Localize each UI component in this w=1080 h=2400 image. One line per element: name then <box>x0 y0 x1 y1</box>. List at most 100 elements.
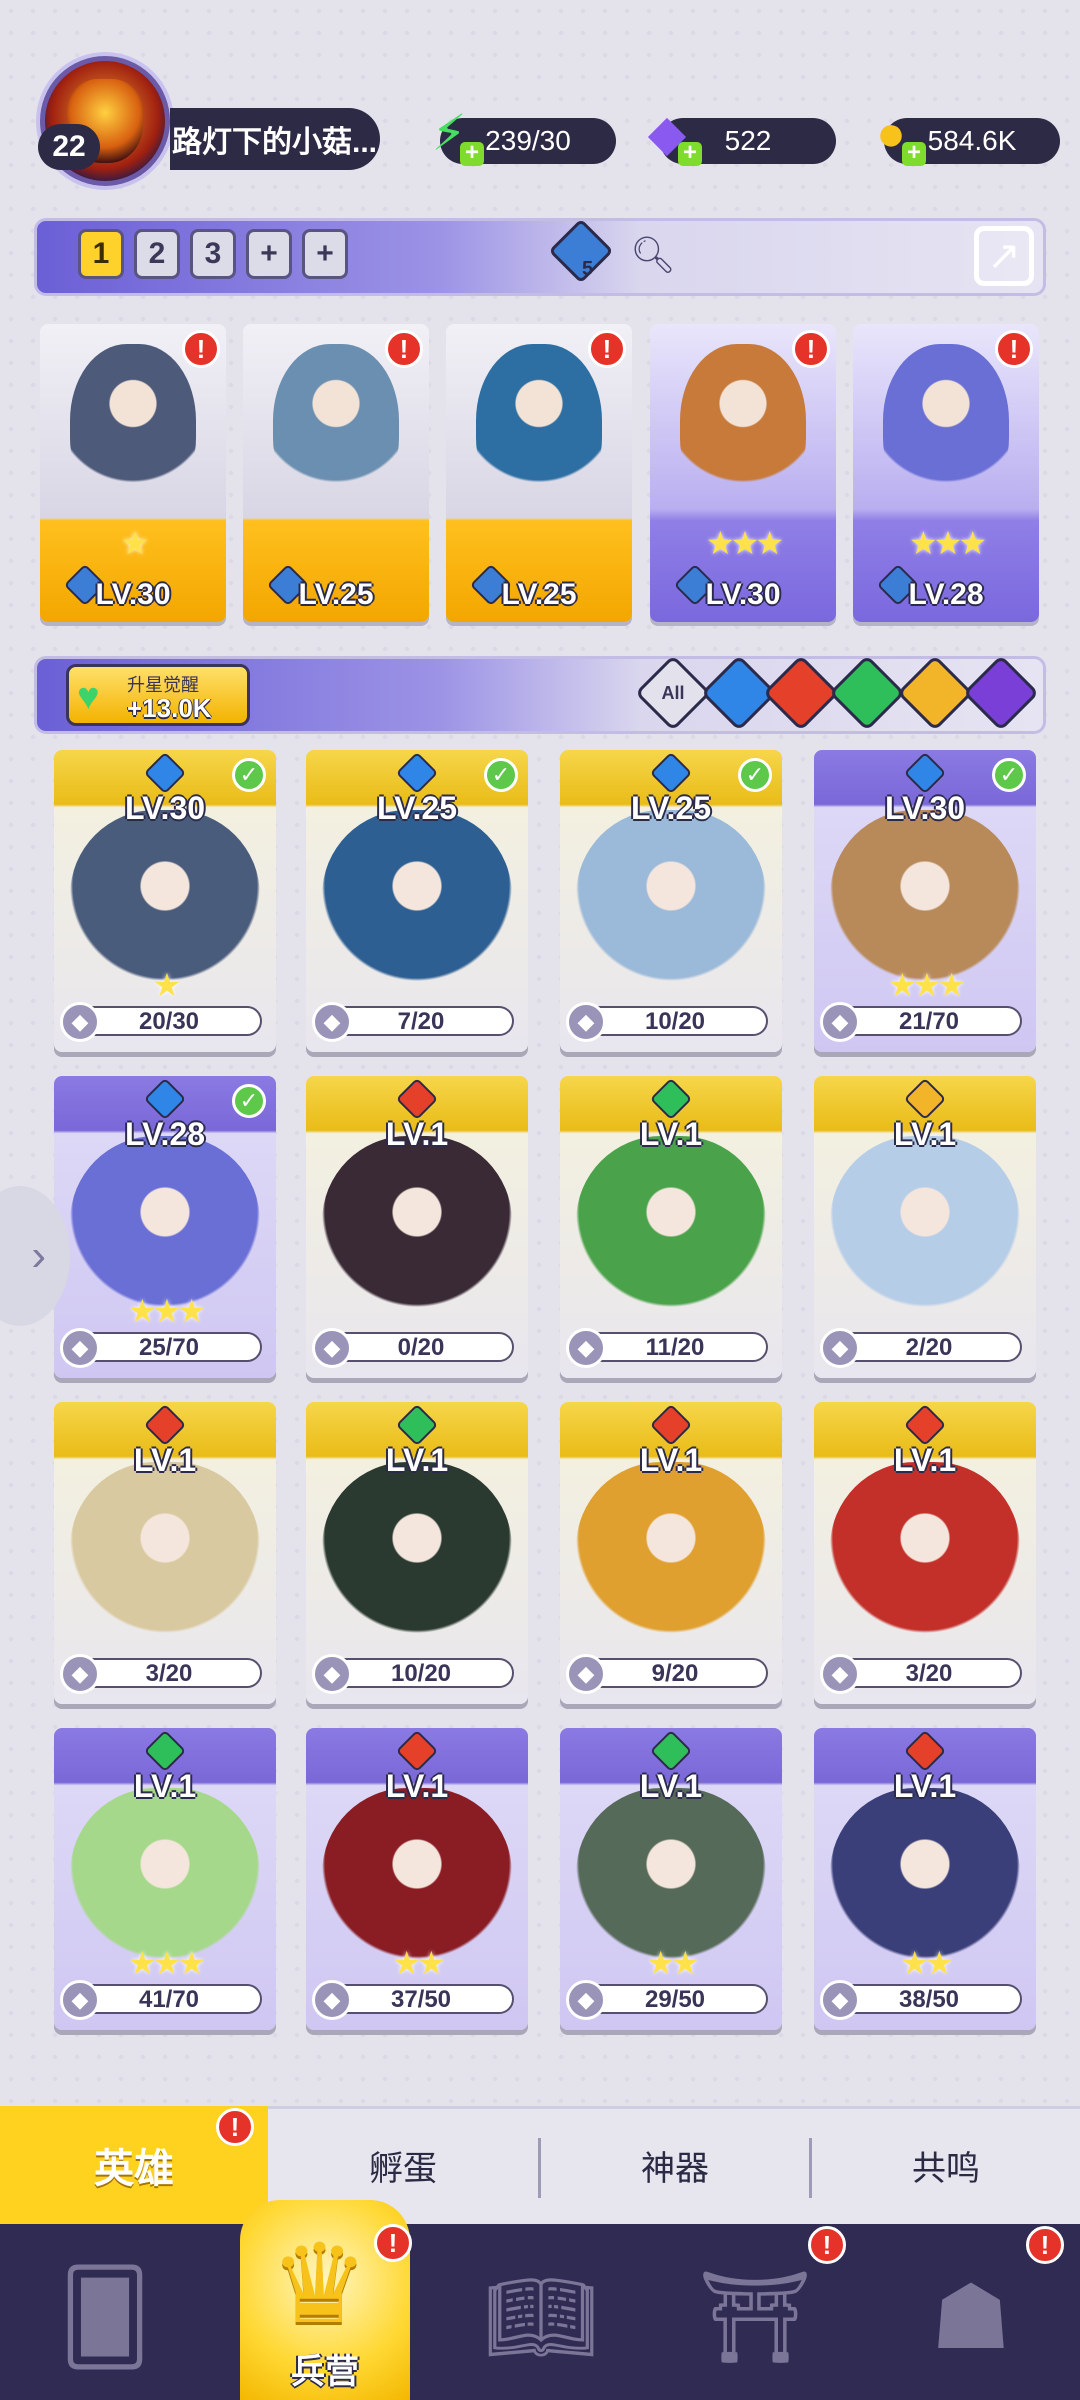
hero-card[interactable]: LV.1 ◆ 0/20 <box>306 1076 528 1378</box>
hero-portrait <box>322 1136 512 1326</box>
coin-icon[interactable]: ● + <box>860 102 926 166</box>
temple-alert-badge: ! <box>808 2226 846 2264</box>
hero-card[interactable]: LV.1 ★★★ ◆ 41/70 <box>54 1728 276 2030</box>
hero-level: LV.28 <box>124 1116 206 1152</box>
hero-card[interactable]: LV.28 ★★★ ◆ 25/70 ✓ <box>54 1076 276 1378</box>
star-rating: ★★★ <box>127 1293 206 1329</box>
gem-icon[interactable]: ◆ + <box>636 102 702 166</box>
hero-card[interactable]: LV.1 ◆ 3/20 <box>814 1402 1036 1704</box>
shard-progress-text: 29/50 <box>644 1986 706 2013</box>
shard-progress-text: 20/30 <box>138 1008 200 1035</box>
hero-card[interactable]: LV.1 ◆ 3/20 <box>54 1402 276 1704</box>
shard-icon: ◆ <box>820 1002 860 1042</box>
hero-card[interactable]: LV.30 ★ ◆ 20/30 ✓ <box>54 750 276 1052</box>
team-card[interactable]: LV.25! <box>243 324 429 622</box>
team-tab-add-2[interactable]: + <box>302 229 348 279</box>
team-tab-add-1[interactable]: + <box>246 229 292 279</box>
element-icon <box>903 1403 947 1447</box>
element-icon <box>649 1403 693 1447</box>
hero-card[interactable]: LV.25 ◆ 10/20 ✓ <box>560 750 782 1052</box>
star-rating: ★★★ <box>887 967 966 1003</box>
shard-icon: ◆ <box>566 1654 606 1694</box>
search-icon[interactable]: 🔍︎ <box>630 234 676 276</box>
element-icon <box>143 1077 187 1121</box>
shard-progress: ◆ 21/70 <box>820 1002 1022 1042</box>
shard-progress-text: 38/50 <box>898 1986 960 2013</box>
shard-icon: ◆ <box>312 1328 352 1368</box>
star-rating: ★★ <box>392 1945 445 1981</box>
team-card-level: LV.25 <box>501 578 577 611</box>
hero-card[interactable]: LV.1 ◆ 9/20 <box>560 1402 782 1704</box>
shard-progress: ◆ 10/20 <box>312 1654 514 1694</box>
alert-badge: ! <box>792 330 830 368</box>
hero-portrait <box>830 1136 1020 1326</box>
star-rating: ★★ <box>646 1945 699 1981</box>
shard-icon: ◆ <box>60 1980 100 2020</box>
hero-portrait <box>576 1136 766 1326</box>
element-icon <box>143 1403 187 1447</box>
hero-level: LV.1 <box>893 1768 957 1804</box>
hero-portrait <box>273 344 399 514</box>
team-card[interactable]: ★ LV.30! <box>40 324 226 622</box>
shard-icon: ◆ <box>60 1654 100 1694</box>
crystal-count: 5 <box>582 258 594 280</box>
player-name[interactable]: 路灯下的小菇... <box>170 108 380 170</box>
shard-progress: ◆ 25/70 <box>60 1328 262 1368</box>
team-tab-3[interactable]: 3 <box>190 229 236 279</box>
shard-progress-text: 7/20 <box>397 1008 445 1035</box>
check-icon: ✓ <box>738 758 772 792</box>
element-icon <box>395 1403 439 1447</box>
barracks-alert-badge: ! <box>374 2224 412 2262</box>
shard-progress-text: 9/20 <box>651 1660 699 1687</box>
hero-card[interactable]: LV.25 ◆ 7/20 ✓ <box>306 750 528 1052</box>
hero-card[interactable]: LV.30 ★★★ ◆ 21/70 ✓ <box>814 750 1036 1052</box>
share-icon[interactable]: ↗ <box>974 226 1034 286</box>
team-card[interactable]: ★★★ LV.28! <box>853 324 1039 622</box>
shard-icon: ◆ <box>312 1654 352 1694</box>
team-tab-1[interactable]: 1 <box>78 229 124 279</box>
mushroom-icon[interactable]: ☗ <box>906 2252 1036 2382</box>
check-icon: ✓ <box>992 758 1026 792</box>
shard-progress: ◆ 20/30 <box>60 1002 262 1042</box>
hero-portrait <box>322 1462 512 1652</box>
subtab-artifact[interactable]: 神器 <box>541 2106 809 2224</box>
hero-card[interactable]: LV.1 ★★ ◆ 29/50 <box>560 1728 782 2030</box>
hero-card[interactable]: LV.1 ◆ 11/20 <box>560 1076 782 1378</box>
hero-card[interactable]: LV.1 ◆ 10/20 <box>306 1402 528 1704</box>
element-icon <box>903 1077 947 1121</box>
element-icon <box>903 1729 947 1773</box>
shard-icon: ◆ <box>566 1980 606 2020</box>
hero-card[interactable]: LV.1 ★★ ◆ 38/50 <box>814 1728 1036 2030</box>
hero-portrait <box>476 344 602 514</box>
map-book-icon[interactable]: 📖︎ <box>476 2252 606 2382</box>
element-icon <box>649 1729 693 1773</box>
shard-progress: ◆ 29/50 <box>566 1980 768 2020</box>
hero-card[interactable]: LV.1 ★★ ◆ 37/50 <box>306 1728 528 2030</box>
team-card[interactable]: ★★★ LV.30! <box>650 324 836 622</box>
shard-progress: ◆ 3/20 <box>820 1654 1022 1694</box>
energy-bolt-icon[interactable]: ⚡ + <box>418 102 484 166</box>
hero-level: LV.1 <box>639 1442 703 1478</box>
hero-portrait <box>70 344 196 514</box>
shard-progress-text: 0/20 <box>397 1334 445 1361</box>
team-bar <box>34 218 1046 296</box>
element-icon <box>649 1077 693 1121</box>
hero-level: LV.30 <box>884 790 966 826</box>
shard-icon: ◆ <box>60 1002 100 1042</box>
hero-level: LV.1 <box>893 1116 957 1152</box>
hero-card[interactable]: LV.1 ◆ 2/20 <box>814 1076 1036 1378</box>
subtab-resonance[interactable]: 共鸣 <box>812 2106 1080 2224</box>
team-card[interactable]: LV.25! <box>446 324 632 622</box>
team-card-level: LV.30 <box>705 578 781 611</box>
shard-icon: ◆ <box>566 1328 606 1368</box>
element-icon <box>903 751 947 795</box>
cards-icon[interactable]: 🂠 <box>40 2252 170 2382</box>
hero-level: LV.1 <box>639 1116 703 1152</box>
shard-progress-text: 2/20 <box>905 1334 953 1361</box>
hero-level: LV.1 <box>639 1768 703 1804</box>
shard-progress-text: 37/50 <box>390 1986 452 2013</box>
temple-icon[interactable]: ⛩︎ <box>690 2252 820 2382</box>
hero-level: LV.1 <box>133 1442 197 1478</box>
awaken-button[interactable]: ♥ 升星觉醒 +13.0K <box>66 664 250 726</box>
team-tab-2[interactable]: 2 <box>134 229 180 279</box>
